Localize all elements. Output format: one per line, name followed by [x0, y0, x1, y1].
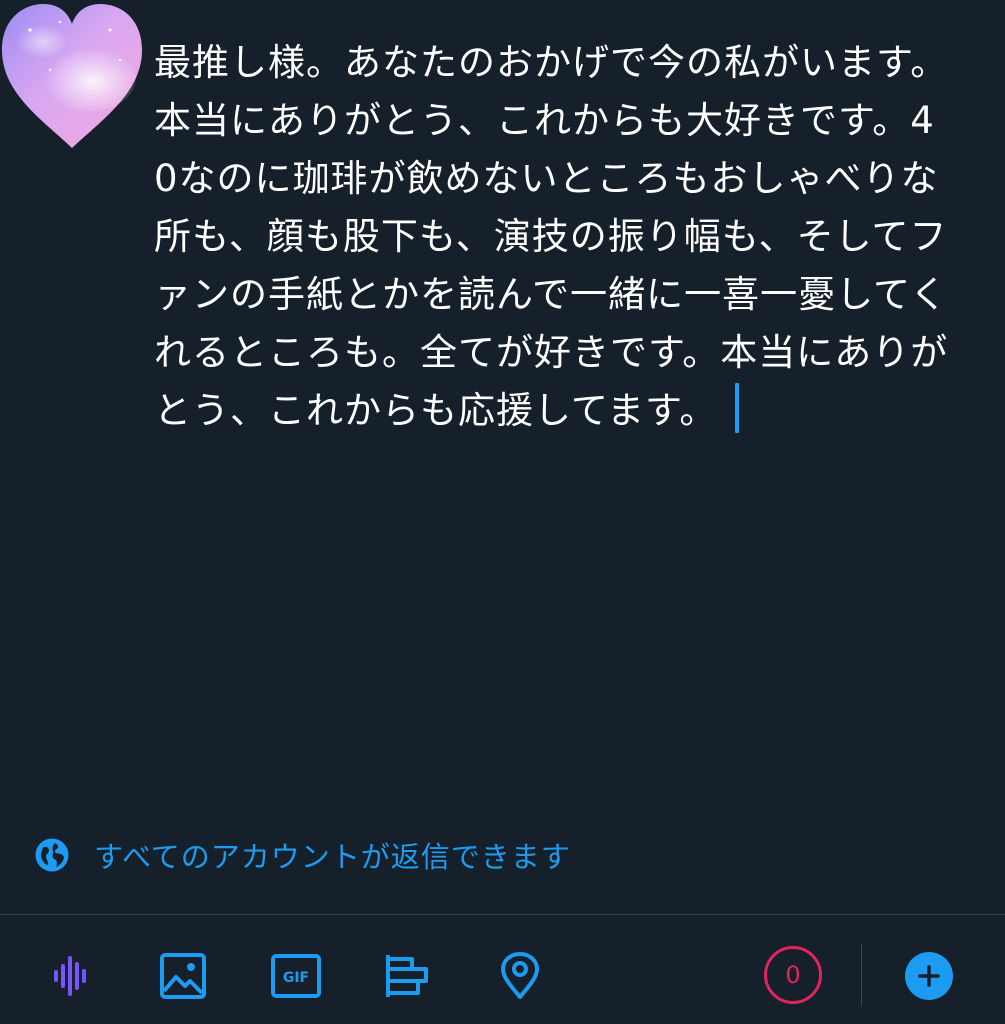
poll-button[interactable] [380, 948, 436, 1004]
reply-setting-button[interactable]: すべてのアカウントが返信できます [34, 836, 571, 874]
text-caret [735, 383, 740, 433]
location-icon [501, 952, 539, 999]
image-icon [160, 953, 206, 999]
avatar[interactable] [0, 0, 145, 150]
gif-button[interactable]: GIF [268, 948, 324, 1004]
voice-icon [54, 956, 86, 996]
character-counter: 0 [764, 946, 822, 1004]
voice-button[interactable] [42, 948, 98, 1004]
tweet-text-input[interactable]: 最推し様。あなたのおかげで今の私がいます。本当にありがとう、これからも大好きです… [154, 34, 954, 440]
tweet-compose-screen: 最推し様。あなたのおかげで今の私がいます。本当にありがとう、これからも大好きです… [0, 0, 1005, 1024]
globe-icon [35, 838, 69, 872]
gif-label: GIF [283, 970, 309, 986]
gif-icon: GIF [271, 954, 321, 998]
plus-icon [918, 965, 940, 987]
poll-icon [386, 955, 428, 997]
heart-avatar-icon [2, 4, 142, 148]
character-counter-value: 0 [785, 961, 801, 989]
image-button[interactable] [155, 948, 211, 1004]
toolbar-divider [0, 914, 1005, 915]
tweet-text: 最推し様。あなたのおかげで今の私がいます。本当にありがとう、これからも大好きです… [154, 41, 949, 432]
reply-setting-label: すべてのアカウントが返信できます [94, 840, 571, 874]
location-button[interactable] [492, 948, 548, 1004]
toolbar-separator [861, 944, 862, 1006]
add-thread-button[interactable] [905, 952, 953, 1000]
